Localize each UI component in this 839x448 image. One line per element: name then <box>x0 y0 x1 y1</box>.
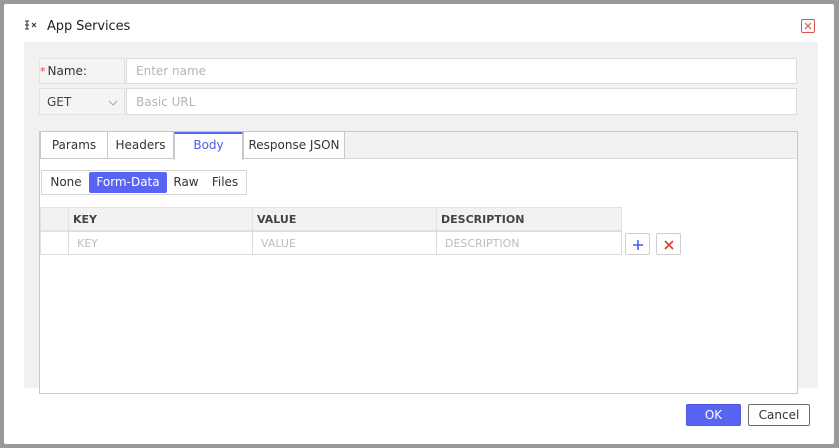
app-services-dialog: App Services *Name: GET Params Headers B… <box>4 4 834 444</box>
required-mark: * <box>40 65 46 78</box>
body-type-form-data[interactable]: Form-Data <box>89 172 167 193</box>
close-button[interactable] <box>801 19 815 33</box>
chevron-down-icon <box>108 96 118 110</box>
body-type-selector: None Form-Data Raw Files <box>41 170 247 195</box>
tab-headers[interactable]: Headers <box>107 132 174 159</box>
value-input[interactable] <box>252 231 437 255</box>
sidebar-collapse-icon[interactable] <box>24 19 38 31</box>
method-value: GET <box>47 95 72 109</box>
grid-header-description: DESCRIPTION <box>436 207 622 231</box>
cancel-button[interactable]: Cancel <box>748 404 810 426</box>
request-panel: Params Headers Body Response JSON None F… <box>39 131 798 394</box>
tab-response-json[interactable]: Response JSON <box>243 132 345 159</box>
plus-icon <box>633 240 643 250</box>
delete-row-button[interactable] <box>656 233 681 255</box>
ok-button[interactable]: OK <box>686 404 741 426</box>
close-icon <box>804 22 812 30</box>
name-label: * Name: <box>39 58 125 84</box>
row-select-cell[interactable] <box>40 231 69 255</box>
tab-body[interactable]: Body <box>174 132 243 160</box>
grid-header-value: VALUE <box>252 207 437 231</box>
url-input[interactable] <box>126 88 797 115</box>
grid-header-key: KEY <box>68 207 253 231</box>
tab-params[interactable]: Params <box>40 132 108 159</box>
dialog-title: App Services <box>47 19 131 34</box>
dialog-title-bar: App Services <box>4 4 834 42</box>
grid-header-select <box>40 207 69 231</box>
description-input[interactable] <box>436 231 622 255</box>
name-label-text: Name: <box>47 64 87 78</box>
method-select[interactable]: GET <box>39 88 125 115</box>
body-type-none[interactable]: None <box>45 172 87 193</box>
add-row-button[interactable] <box>625 233 650 255</box>
body-type-raw[interactable]: Raw <box>168 172 204 193</box>
delete-x-icon <box>664 240 674 250</box>
name-input[interactable] <box>126 58 797 84</box>
dialog-body: *Name: GET Params Headers Body Response … <box>24 42 818 394</box>
body-type-files[interactable]: Files <box>206 172 244 193</box>
key-input[interactable] <box>68 231 253 255</box>
tabs-bar: Params Headers Body Response JSON <box>40 132 797 160</box>
